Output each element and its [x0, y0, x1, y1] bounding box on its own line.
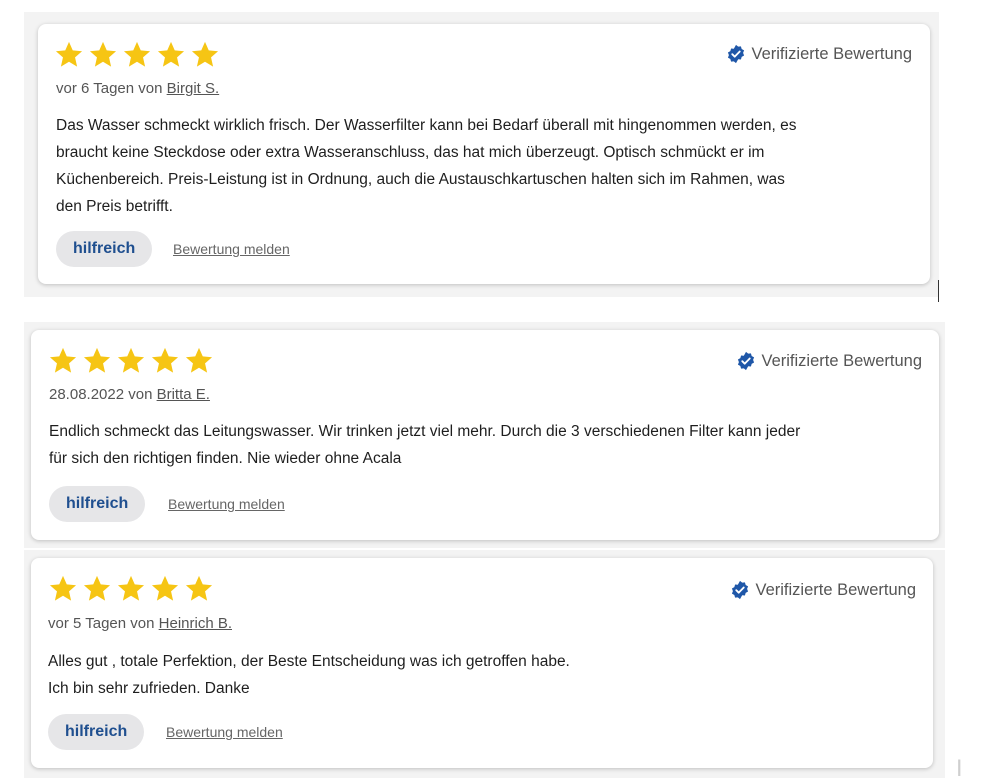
star-icon — [89, 41, 117, 67]
star-icon — [185, 347, 213, 373]
report-review-link[interactable]: Bewertung melden — [173, 241, 290, 257]
verified-text: Verifizierte Bewertung — [751, 44, 913, 63]
star-icon — [185, 575, 213, 601]
author-link[interactable]: Heinrich B. — [159, 615, 232, 632]
helpful-button[interactable]: hilfreich — [56, 231, 153, 267]
verified-label: Verifizierte Bewertung — [726, 44, 913, 64]
report-review-link[interactable]: Bewertung melden — [168, 496, 285, 512]
review-meta: 28.08.2022 von Britta E. — [49, 386, 210, 403]
star-icon — [191, 41, 219, 67]
star-rating — [48, 346, 214, 375]
review-text-line: Küchenbereich. Preis-Leistung ist in Ord… — [56, 171, 785, 188]
verified-label: Verifizierte Bewertung — [730, 580, 917, 600]
reviews-page: Verifizierte Bewertung vor 6 Tagen von B… — [0, 0, 1000, 783]
text-cursor — [938, 280, 939, 302]
star-icon — [123, 41, 151, 67]
review-text-line: Endlich schmeckt das Leitungswasser. Wir… — [49, 423, 801, 440]
review-meta: vor 6 Tagen von Birgit S. — [56, 80, 219, 97]
verified-text: Verifizierte Bewertung — [761, 351, 923, 370]
ibeam-cursor-icon: I — [956, 757, 963, 782]
star-icon — [117, 575, 145, 601]
star-icon — [55, 41, 83, 67]
report-review-link[interactable]: Bewertung melden — [166, 724, 283, 740]
review-card-1: Verifizierte Bewertung vor 6 Tagen von B… — [38, 24, 930, 284]
star-rating — [48, 574, 214, 603]
star-icon — [151, 575, 179, 601]
star-icon — [117, 347, 145, 373]
helpful-button[interactable]: hilfreich — [49, 486, 146, 522]
review-text: Alles gut , totale Perfektion, der Beste… — [48, 648, 918, 702]
review-text-line: Das Wasser schmeckt wirklich frisch. Der… — [56, 117, 797, 134]
review-text-line: für sich den richtigen finden. Nie wiede… — [49, 450, 402, 467]
star-icon — [151, 347, 179, 373]
author-link[interactable]: Britta E. — [157, 386, 210, 403]
review-date: vor 6 Tagen von — [56, 80, 167, 97]
verified-badge-icon — [727, 44, 744, 64]
star-icon — [49, 575, 77, 601]
review-card-2: Verifizierte Bewertung 28.08.2022 von Br… — [31, 330, 939, 540]
star-rating — [54, 40, 220, 69]
verified-label: Verifizierte Bewertung — [736, 351, 923, 371]
star-icon — [83, 575, 111, 601]
review-text: Endlich schmeckt das Leitungswasser. Wir… — [49, 418, 929, 472]
author-link[interactable]: Birgit S. — [167, 80, 220, 97]
verified-badge-icon — [737, 351, 754, 371]
review-text-line: braucht keine Steckdose oder extra Wasse… — [56, 144, 765, 161]
star-icon — [49, 347, 77, 373]
review-text-line: Alles gut , totale Perfektion, der Beste… — [48, 653, 570, 670]
verified-badge-icon — [731, 580, 748, 600]
helpful-button[interactable]: hilfreich — [48, 714, 145, 750]
review-date: vor 5 Tagen von — [48, 615, 159, 632]
review-meta: vor 5 Tagen von Heinrich B. — [48, 615, 232, 632]
star-icon — [83, 347, 111, 373]
star-icon — [157, 41, 185, 67]
review-card-3: Verifizierte Bewertung vor 5 Tagen von H… — [31, 558, 933, 768]
review-text-line: den Preis betrifft. — [56, 198, 173, 215]
verified-text: Verifizierte Bewertung — [755, 580, 917, 599]
review-text-line: Ich bin sehr zufrieden. Danke — [48, 680, 250, 697]
review-date: 28.08.2022 von — [49, 386, 157, 403]
review-text: Das Wasser schmeckt wirklich frisch. Der… — [56, 112, 916, 220]
